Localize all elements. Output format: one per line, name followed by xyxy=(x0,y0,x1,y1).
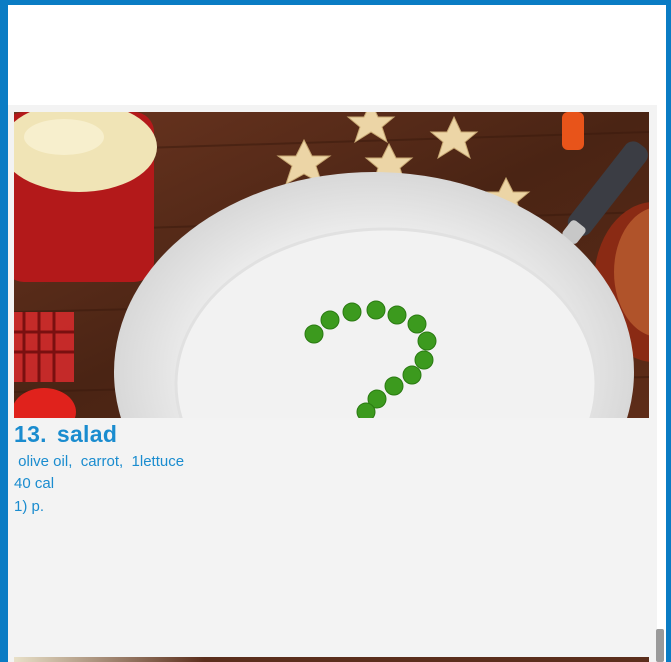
recipe-number: 13. xyxy=(14,421,47,447)
recipe-photo xyxy=(14,112,649,418)
scrollbar-track[interactable] xyxy=(657,5,666,662)
recipe-card[interactable]: 13. salad olive oil, carrot, 1lettuce 40 … xyxy=(8,112,657,657)
recipe-name: salad xyxy=(56,421,118,447)
app-frame: 13. salad olive oil, carrot, 1lettuce 40 … xyxy=(8,5,657,662)
recipe-title[interactable]: 13. salad xyxy=(14,421,649,447)
recipe-steps: 1) p. xyxy=(14,498,45,515)
recipe-ingredients: olive oil, carrot, 1lettuce xyxy=(14,453,185,470)
recipe-info: 13. salad olive oil, carrot, 1lettuce 40 … xyxy=(14,421,649,516)
next-recipe-card[interactable] xyxy=(14,657,649,662)
pot-shape xyxy=(14,112,157,282)
scrollbar-thumb[interactable] xyxy=(656,629,664,662)
recipe-calories: 40 cal xyxy=(14,475,55,492)
recipe-photo-illustration xyxy=(14,112,649,418)
previous-recipe-card[interactable] xyxy=(8,5,657,105)
